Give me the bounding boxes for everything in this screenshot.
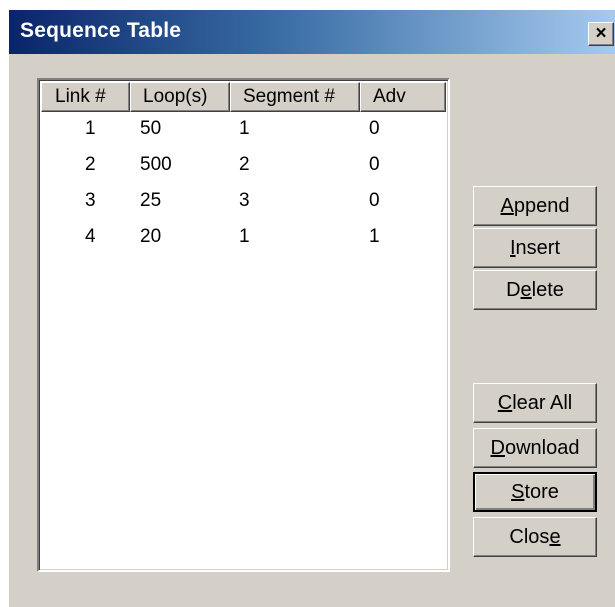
table-row[interactable]: 4 20 1 1 — [41, 222, 446, 258]
cell-segment: 3 — [239, 190, 250, 211]
insert-label-post: nsert — [515, 237, 561, 259]
cell-link: 3 — [85, 190, 96, 211]
cell-segment: 2 — [239, 154, 250, 175]
title-bar[interactable]: Sequence Table × — [9, 10, 615, 54]
table-row[interactable]: 3 25 3 0 — [41, 186, 446, 222]
cell-loops: 50 — [140, 118, 162, 139]
close-label-pre: Clos — [509, 526, 550, 548]
insert-button[interactable]: Insert — [473, 228, 597, 268]
table-row[interactable]: 2 500 2 0 — [41, 150, 446, 186]
cell-loops: 500 — [140, 154, 172, 175]
cell-loops: 20 — [140, 226, 162, 247]
column-header-segment[interactable]: Segment # — [230, 82, 360, 112]
list-rows: 1 50 1 0 2 500 2 0 3 25 3 0 4 20 1 1 — [41, 114, 446, 258]
cell-segment: 1 — [239, 118, 250, 139]
delete-label-accel: e — [520, 279, 532, 301]
store-button[interactable]: Store — [473, 472, 597, 512]
cell-adv: 0 — [369, 118, 380, 139]
table-row[interactable]: 1 50 1 0 — [41, 114, 446, 150]
store-label-accel: S — [511, 481, 525, 503]
sequence-table-dialog: Sequence Table × Link # Loop(s) Segment … — [8, 9, 615, 607]
cell-segment: 1 — [239, 226, 250, 247]
column-header-adv[interactable]: Adv — [360, 82, 446, 112]
sequence-list[interactable]: Link # Loop(s) Segment # Adv 1 50 1 0 2 … — [37, 78, 450, 572]
clear-all-button[interactable]: Clear All — [473, 383, 597, 423]
column-header-link[interactable]: Link # — [41, 82, 130, 112]
cell-link: 4 — [85, 226, 96, 247]
append-button[interactable]: Append — [473, 186, 597, 226]
column-header-loops[interactable]: Loop(s) — [130, 82, 230, 112]
delete-button[interactable]: Delete — [473, 270, 597, 310]
list-header: Link # Loop(s) Segment # Adv — [41, 82, 446, 112]
append-label-post: ppend — [513, 195, 570, 217]
close-icon[interactable]: × — [588, 22, 614, 46]
download-label-accel: D — [490, 437, 505, 459]
clear-all-label-accel: C — [497, 392, 513, 414]
download-label-post: ownload — [504, 437, 580, 459]
window-title: Sequence Table — [20, 19, 182, 42]
cell-link: 1 — [85, 118, 96, 139]
store-label-post: tore — [524, 481, 559, 503]
cell-link: 2 — [85, 154, 96, 175]
clear-all-label-post: lear All — [512, 392, 573, 414]
download-button[interactable]: Download — [473, 428, 597, 468]
delete-label-post: lete — [531, 279, 564, 301]
cell-adv: 1 — [369, 226, 380, 247]
cell-adv: 0 — [369, 190, 380, 211]
cell-loops: 25 — [140, 190, 162, 211]
close-label-accel: e — [549, 526, 561, 548]
append-label-accel: A — [500, 195, 514, 217]
close-button[interactable]: Close — [473, 517, 597, 557]
delete-label-pre: D — [506, 279, 521, 301]
cell-adv: 0 — [369, 154, 380, 175]
